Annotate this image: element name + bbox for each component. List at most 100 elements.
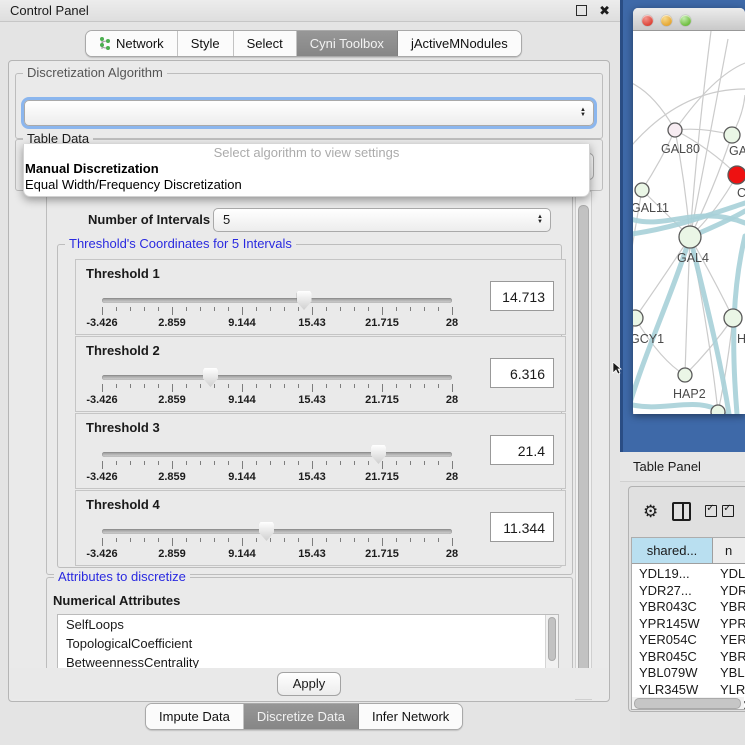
network-node[interactable] bbox=[724, 127, 740, 143]
slider-track[interactable] bbox=[102, 298, 452, 303]
network-edge[interactable] bbox=[633, 81, 675, 130]
attributes-group-title: Attributes to discretize bbox=[54, 569, 190, 584]
network-node[interactable] bbox=[711, 405, 725, 414]
network-canvas[interactable]: GAL80GACGAL11GAL4GCY1HHAP2 bbox=[633, 31, 745, 414]
network-node[interactable] bbox=[635, 183, 649, 197]
slider-tick bbox=[298, 307, 299, 311]
slider-tick bbox=[424, 461, 425, 465]
slider-tick bbox=[452, 538, 453, 546]
cyni-toolbox-panel: Discretization Algorithm ▲▼ Table Data g… bbox=[8, 60, 610, 702]
slider-thumb[interactable] bbox=[259, 522, 274, 541]
table-row[interactable]: YBR043CYBR0 bbox=[632, 598, 745, 615]
slider-tick bbox=[438, 307, 439, 311]
table-row[interactable]: YDL19...YDL1 bbox=[632, 565, 745, 582]
table-row[interactable]: YBL079WYBL0 bbox=[632, 664, 745, 681]
network-node[interactable] bbox=[678, 368, 692, 382]
slider-thumb[interactable] bbox=[203, 368, 218, 387]
cell-name: YER0 bbox=[720, 631, 745, 648]
list-scrollbar-thumb[interactable] bbox=[548, 617, 556, 661]
slider-track[interactable] bbox=[102, 452, 452, 457]
slider-tick bbox=[144, 461, 145, 465]
tab-infer-network[interactable]: Infer Network bbox=[359, 704, 462, 729]
table-horizontal-scrollbar[interactable] bbox=[632, 697, 744, 709]
slider-tick-label: 9.144 bbox=[228, 548, 256, 560]
apply-button[interactable]: Apply bbox=[277, 672, 341, 696]
slider-tick bbox=[242, 538, 243, 546]
slider-tick bbox=[102, 307, 103, 315]
tab-impute-data[interactable]: Impute Data bbox=[146, 704, 244, 729]
table-row[interactable]: YLR345WYLR3 bbox=[632, 681, 745, 698]
slider-tick-label: -3.426 bbox=[86, 471, 117, 483]
network-node-label: GA bbox=[729, 144, 745, 158]
slider-thumb[interactable] bbox=[371, 445, 386, 464]
slider-tick bbox=[144, 384, 145, 388]
slider-tick bbox=[368, 307, 369, 311]
network-edge[interactable] bbox=[690, 237, 733, 318]
slider-tick bbox=[172, 461, 173, 469]
tab-network[interactable]: Network bbox=[86, 31, 178, 56]
network-edge[interactable] bbox=[642, 130, 675, 190]
float-window-icon[interactable] bbox=[576, 5, 587, 16]
threshold-value-field[interactable]: 11.344 bbox=[490, 512, 554, 542]
attribute-item[interactable]: SelfLoops bbox=[58, 615, 558, 634]
slider-tick bbox=[186, 461, 187, 465]
network-edge[interactable] bbox=[675, 63, 745, 130]
panel-scrollbar[interactable] bbox=[575, 191, 592, 700]
slider-tick bbox=[312, 538, 313, 546]
network-node[interactable] bbox=[668, 123, 682, 137]
slider-tick bbox=[270, 538, 271, 542]
table-row[interactable]: YBR045CYBR0 bbox=[632, 648, 745, 665]
algorithm-combobox[interactable]: ▲▼ bbox=[24, 100, 594, 126]
slider-track[interactable] bbox=[102, 375, 452, 380]
close-icon[interactable]: ✖ bbox=[599, 6, 610, 15]
table-row[interactable]: YPR145WYPR1 bbox=[632, 615, 745, 632]
network-node-label: GAL11 bbox=[633, 201, 669, 215]
gear-icon[interactable]: ⚙ bbox=[643, 503, 658, 520]
checkbox-icon[interactable] bbox=[722, 505, 734, 517]
network-edge[interactable] bbox=[690, 31, 711, 237]
slider-tick bbox=[242, 461, 243, 469]
network-node[interactable] bbox=[679, 226, 701, 248]
slider-track[interactable] bbox=[102, 529, 452, 534]
slider-tick bbox=[452, 384, 453, 392]
number-of-intervals-combobox[interactable]: 5 ▲▼ bbox=[213, 208, 551, 232]
tab-select[interactable]: Select bbox=[234, 31, 297, 56]
algorithm-option[interactable]: Manual Discretization bbox=[24, 161, 589, 177]
list-scrollbar[interactable] bbox=[545, 615, 558, 670]
numerical-attributes-list[interactable]: SelfLoopsTopologicalCoefficientBetweenne… bbox=[57, 614, 559, 671]
tab-jactivemnodules[interactable]: jActiveMNodules bbox=[398, 31, 521, 56]
threshold-value-field[interactable]: 14.713 bbox=[490, 281, 554, 311]
bottom-tab-bar: Impute DataDiscretize DataInfer Network bbox=[145, 703, 463, 730]
network-icon bbox=[99, 37, 111, 51]
column-header-name[interactable]: n bbox=[713, 538, 745, 564]
table-row[interactable]: YER054CYER0 bbox=[632, 631, 745, 648]
tab-cyni-toolbox[interactable]: Cyni Toolbox bbox=[297, 31, 398, 56]
network-edge[interactable] bbox=[635, 237, 690, 318]
network-node[interactable] bbox=[633, 310, 643, 326]
threshold-value-field[interactable]: 21.4 bbox=[490, 435, 554, 465]
combo-arrows-icon: ▲▼ bbox=[580, 108, 586, 118]
algorithm-option[interactable]: Equal Width/Frequency Discretization bbox=[24, 177, 589, 193]
network-edge[interactable] bbox=[690, 39, 728, 237]
slider-tick bbox=[326, 307, 327, 311]
attribute-item[interactable]: TopologicalCoefficient bbox=[58, 634, 558, 653]
slider-tick bbox=[368, 461, 369, 465]
network-node[interactable] bbox=[728, 166, 745, 184]
checkbox-icon[interactable] bbox=[705, 505, 717, 517]
network-window-titlebar bbox=[633, 8, 745, 31]
column-header-shared[interactable]: shared... bbox=[632, 538, 713, 564]
zoom-traffic-light-icon[interactable] bbox=[680, 15, 691, 26]
network-node[interactable] bbox=[724, 309, 742, 327]
network-node-label: GAL4 bbox=[677, 251, 709, 265]
minimize-traffic-light-icon[interactable] bbox=[661, 15, 672, 26]
tab-style[interactable]: Style bbox=[178, 31, 234, 56]
tab-discretize-data[interactable]: Discretize Data bbox=[244, 704, 359, 729]
split-columns-icon[interactable] bbox=[672, 502, 691, 521]
node-table[interactable]: shared... n YDL19...YDL1YDR27...YDR2YBR0… bbox=[631, 537, 745, 710]
threshold-value-field[interactable]: 6.316 bbox=[490, 358, 554, 388]
panel-scrollbar-thumb[interactable] bbox=[578, 205, 589, 687]
table-scrollbar-thumb[interactable] bbox=[634, 698, 741, 709]
table-row[interactable]: YDR27...YDR2 bbox=[632, 582, 745, 599]
slider-tick bbox=[200, 538, 201, 542]
close-traffic-light-icon[interactable] bbox=[642, 15, 653, 26]
